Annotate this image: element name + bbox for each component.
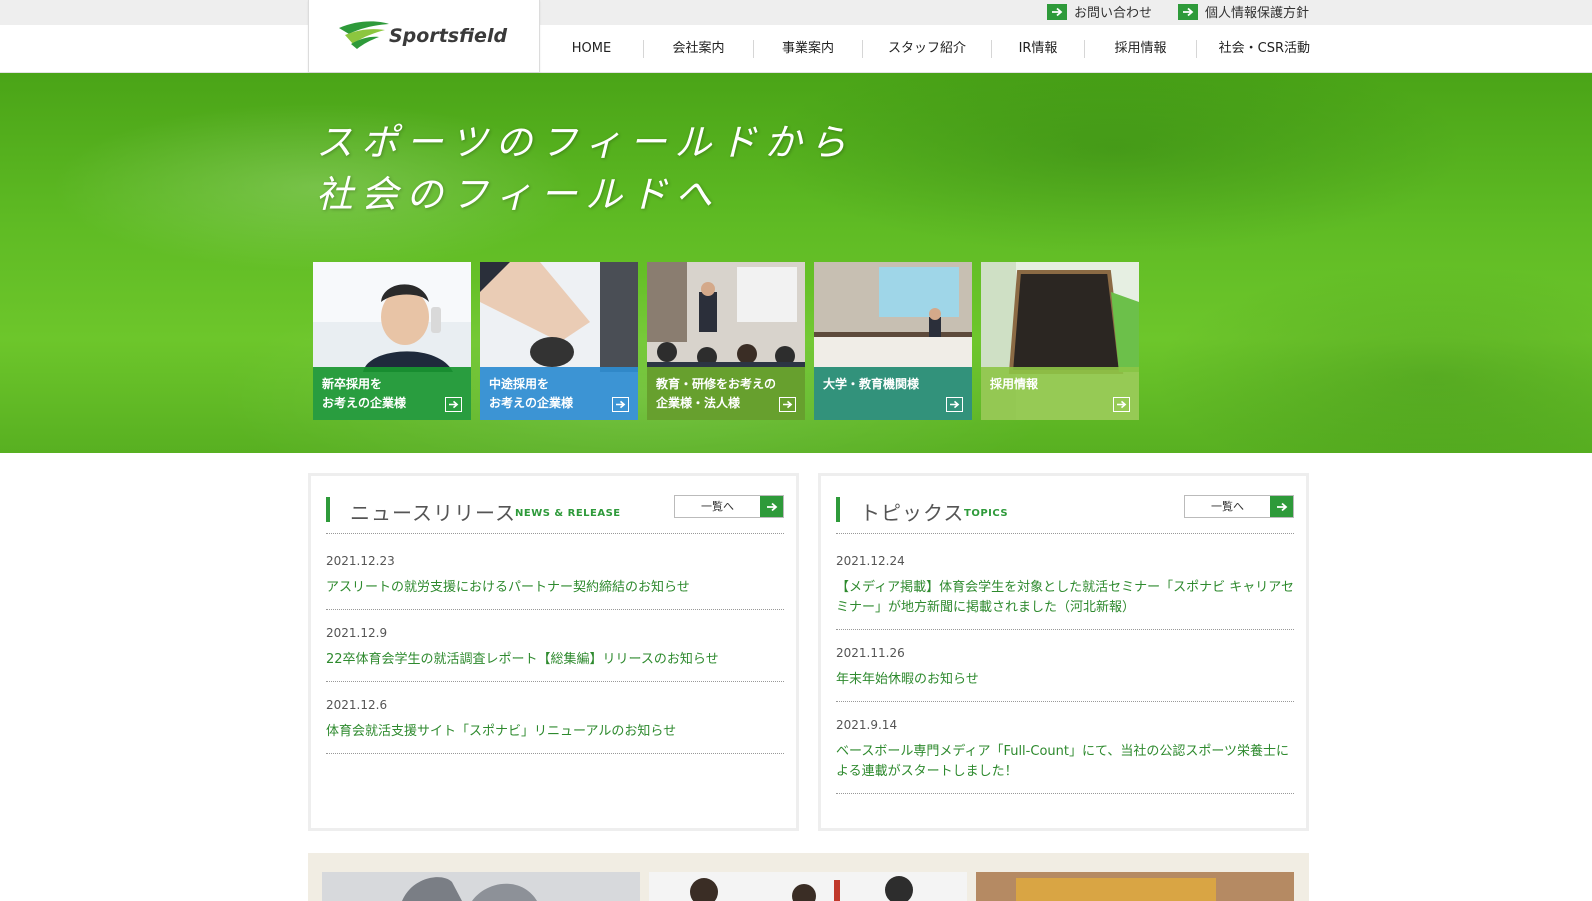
- top-utility-bar: [0, 0, 1592, 25]
- tile-label-band: 大学・教育機関様: [814, 367, 972, 420]
- news-item-date: 2021.12.23: [326, 554, 395, 568]
- sportsfield-logo: Sportsfield: [339, 21, 507, 49]
- tile-label-line1: 中途採用を: [489, 377, 550, 391]
- news-item-title[interactable]: 22卒体育会学生の就活調査レポート【総集編】リリースのお知らせ: [326, 650, 784, 670]
- arrow-right-icon: [612, 397, 629, 412]
- arrow-right-icon: [1270, 496, 1293, 517]
- tile-label-line2: お考えの企業様: [322, 396, 407, 410]
- nav-item-business[interactable]: 事業案内: [754, 40, 863, 58]
- topics-list-button[interactable]: 一覧へ: [1184, 495, 1294, 518]
- hero-headline-line2: 社会のフィールドへ: [316, 173, 721, 216]
- arrow-right-icon: [946, 397, 963, 412]
- nav-item-ir[interactable]: IR情報: [992, 40, 1085, 58]
- news-item-title[interactable]: アスリートの就労支援におけるパートナー契約締結のお知らせ: [326, 578, 784, 598]
- arrow-right-icon: [760, 496, 783, 517]
- arrow-right-icon: [445, 397, 462, 412]
- tile-recruit-info[interactable]: 採用情報: [981, 262, 1139, 420]
- service-tiles: 新卒採用を お考えの企業様 中途採用を お考えの企業様 教育・研修をお考えの 企…: [313, 262, 1139, 420]
- tile-training[interactable]: 教育・研修をお考えの 企業様・法人様: [647, 262, 805, 420]
- news-list-button[interactable]: 一覧へ: [674, 495, 784, 518]
- nav-item-company[interactable]: 会社案内: [644, 40, 754, 58]
- privacy-policy-link[interactable]: 個人情報保護方針: [1177, 2, 1309, 21]
- topics-item-date: 2021.12.24: [836, 554, 905, 568]
- hero-banner: スポーツのフィールドから 社会のフィールドへ 新卒採用を お考えの企業様 中途採…: [0, 73, 1592, 453]
- tile-university[interactable]: 大学・教育機関様: [814, 262, 972, 420]
- heading-accent-bar: [326, 497, 330, 522]
- tile-label-band: 中途採用を お考えの企業様: [480, 367, 638, 420]
- news-item-date: 2021.12.6: [326, 698, 388, 712]
- tile-mid-career[interactable]: 中途採用を お考えの企業様: [480, 262, 638, 420]
- tile-label-line2: 大学・教育機関様: [823, 377, 920, 391]
- topics-item-title[interactable]: 【メディア掲載】体育会学生を対象とした就活セミナー「スポナビ キャリアセミナー」…: [836, 578, 1294, 618]
- tile-label-band: 採用情報: [981, 367, 1139, 420]
- news-list: 2021.12.23 アスリートの就労支援におけるパートナー契約締結のお知らせ …: [326, 538, 784, 754]
- banner-photo-staff[interactable]: [649, 872, 967, 901]
- news-panel-header: ニュースリリース NEWS & RELEASE 一覧へ: [326, 495, 784, 534]
- topics-panel: トピックス TOPICS 一覧へ 2021.12.24 【メディア掲載】体育会学…: [818, 473, 1309, 831]
- topics-item-date: 2021.9.14: [836, 718, 898, 732]
- news-item-title[interactable]: 体育会就活支援サイト「スポナビ」リニューアルのお知らせ: [326, 722, 784, 742]
- tile-label-line2: お考えの企業様: [489, 396, 574, 410]
- utility-links: お問い合わせ 個人情報保護方針: [1046, 2, 1309, 21]
- tile-label-line1: 新卒採用を: [322, 377, 383, 391]
- bottom-banner-strip: [308, 853, 1309, 901]
- news-panel-title: ニュースリリース: [350, 501, 516, 525]
- topics-item[interactable]: 2021.11.26 年末年始休暇のお知らせ: [836, 630, 1294, 702]
- tile-label-line2: 企業様・法人様: [656, 396, 741, 410]
- arrow-right-icon: [1113, 397, 1130, 412]
- topics-panel-title: トピックス: [860, 501, 965, 525]
- arrow-right-icon: [1177, 3, 1198, 20]
- logo-container[interactable]: Sportsfield: [308, 0, 540, 72]
- nav-item-recruit[interactable]: 採用情報: [1085, 40, 1197, 58]
- nav-item-csr[interactable]: 社会・CSR活動: [1197, 40, 1310, 58]
- news-release-panel: ニュースリリース NEWS & RELEASE 一覧へ 2021.12.23 ア…: [308, 473, 799, 831]
- topics-panel-header: トピックス TOPICS 一覧へ: [836, 495, 1294, 534]
- tile-label-band: 教育・研修をお考えの 企業様・法人様: [647, 367, 805, 420]
- news-list-button-label: 一覧へ: [701, 500, 734, 513]
- tile-new-graduate[interactable]: 新卒採用を お考えの企業様: [313, 262, 471, 420]
- topics-item-title[interactable]: 年末年始休暇のお知らせ: [836, 670, 1294, 690]
- contact-link-label: お問い合わせ: [1073, 6, 1152, 21]
- topics-item-date: 2021.11.26: [836, 646, 905, 660]
- nav-item-home[interactable]: HOME: [540, 40, 644, 58]
- arrow-right-icon: [779, 397, 796, 412]
- logo-text: Sportsfield: [389, 25, 507, 47]
- tile-label-line2: 採用情報: [990, 377, 1039, 391]
- news-panel-subtitle: NEWS & RELEASE: [515, 508, 621, 519]
- news-item[interactable]: 2021.12.23 アスリートの就労支援におけるパートナー契約締結のお知らせ: [326, 538, 784, 610]
- banner-photo-sign[interactable]: [976, 872, 1294, 901]
- topics-item[interactable]: 2021.12.24 【メディア掲載】体育会学生を対象とした就活セミナー「スポナ…: [836, 538, 1294, 630]
- hero-headline-line1: スポーツのフィールドから: [316, 121, 855, 164]
- news-item[interactable]: 2021.12.6 体育会就活支援サイト「スポナビ」リニューアルのお知らせ: [326, 682, 784, 754]
- topics-list: 2021.12.24 【メディア掲載】体育会学生を対象とした就活セミナー「スポナ…: [836, 538, 1294, 794]
- contact-link[interactable]: お問い合わせ: [1046, 2, 1152, 21]
- topics-item[interactable]: 2021.9.14 ベースボール専門メディア「Full-Count」にて、当社の…: [836, 702, 1294, 794]
- heading-accent-bar: [836, 497, 840, 522]
- banner-photo-one-for-all[interactable]: [322, 872, 640, 901]
- privacy-policy-link-label: 個人情報保護方針: [1204, 6, 1309, 21]
- topics-item-title[interactable]: ベースボール専門メディア「Full-Count」にて、当社の公認スポーツ栄養士に…: [836, 742, 1294, 782]
- global-nav: HOME 会社案内 事業案内 スタッフ紹介 IR情報 採用情報 社会・CSR活動: [540, 38, 1310, 60]
- nav-item-staff[interactable]: スタッフ紹介: [863, 40, 992, 58]
- tile-label-band: 新卒採用を お考えの企業様: [313, 367, 471, 420]
- hero-headline: スポーツのフィールドから 社会のフィールドへ: [316, 117, 855, 221]
- news-item-date: 2021.12.9: [326, 626, 388, 640]
- news-item[interactable]: 2021.12.9 22卒体育会学生の就活調査レポート【総集編】リリースのお知ら…: [326, 610, 784, 682]
- tile-label-line1: 教育・研修をお考えの: [656, 377, 777, 391]
- topics-panel-subtitle: TOPICS: [964, 508, 1009, 519]
- arrow-right-icon: [1046, 3, 1067, 20]
- topics-list-button-label: 一覧へ: [1211, 500, 1244, 513]
